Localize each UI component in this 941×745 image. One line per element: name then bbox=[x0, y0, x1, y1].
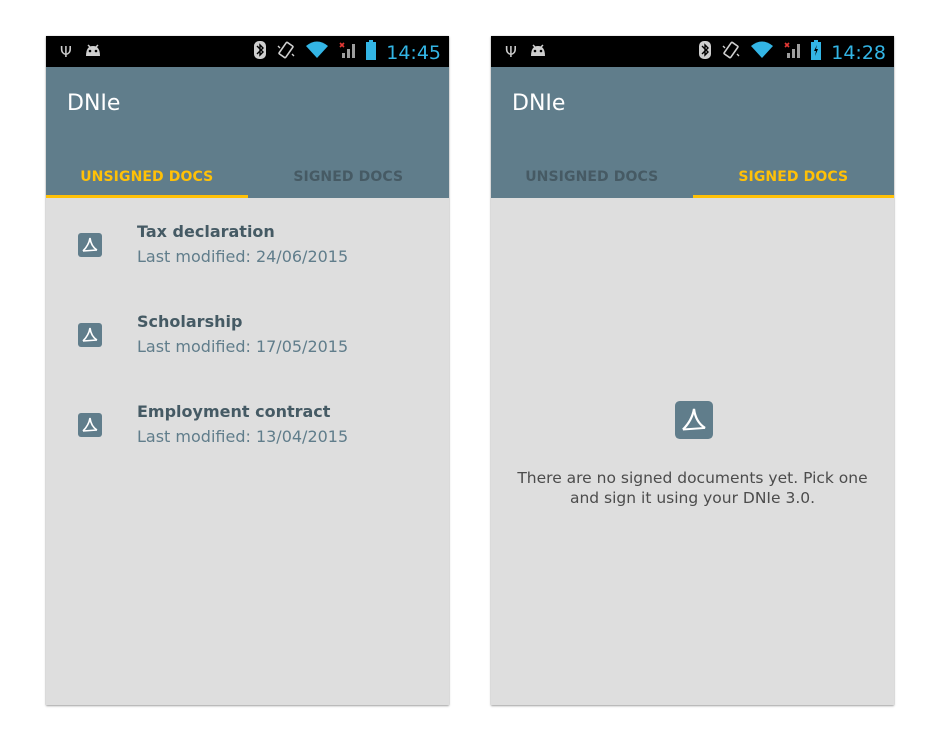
signal-icon bbox=[338, 41, 356, 64]
tab-unsigned-docs[interactable]: UNSIGNED DOCS bbox=[46, 167, 248, 198]
battery-icon bbox=[366, 40, 377, 65]
pdf-icon bbox=[675, 401, 713, 439]
document-modified-date: Last modified: 24/06/2015 bbox=[137, 247, 349, 266]
status-bar: Ψ 14:28 bbox=[491, 36, 894, 67]
document-modified-date: Last modified: 17/05/2015 bbox=[137, 337, 349, 356]
usb-icon: Ψ bbox=[505, 43, 517, 61]
document-title: Scholarship bbox=[137, 312, 243, 331]
document-modified-date: Last modified: 13/04/2015 bbox=[137, 427, 349, 446]
vibrate-icon bbox=[721, 40, 741, 65]
phone-screen-signed: Ψ 14:28 DNIe UNSIGNED DOCS SIGNED DOCS T… bbox=[491, 36, 894, 705]
tab-unsigned-docs[interactable]: UNSIGNED DOCS bbox=[491, 167, 693, 198]
pdf-icon bbox=[78, 323, 102, 347]
empty-state-message: There are no signed documents yet. Pick … bbox=[517, 469, 868, 507]
app-title: DNIe bbox=[512, 91, 566, 116]
vibrate-icon bbox=[276, 40, 296, 65]
document-title: Employment contract bbox=[137, 402, 331, 421]
usb-icon: Ψ bbox=[60, 43, 72, 61]
tab-bar: UNSIGNED DOCS SIGNED DOCS bbox=[46, 167, 449, 198]
list-item[interactable]: Tax declaration Last modified: 24/06/201… bbox=[46, 198, 449, 270]
document-title: Tax declaration bbox=[137, 222, 275, 241]
pdf-icon bbox=[78, 233, 102, 257]
status-bar: Ψ 14:45 bbox=[46, 36, 449, 67]
bluetooth-icon bbox=[254, 41, 267, 64]
status-time: 14:45 bbox=[386, 41, 441, 64]
wifi-icon bbox=[306, 41, 329, 64]
phone-screen-unsigned: Ψ 14:45 DNIe UNSIGNED DOCS SIGNED DOCS T… bbox=[46, 36, 449, 705]
bluetooth-icon bbox=[699, 41, 712, 64]
android-debug-icon bbox=[84, 42, 102, 62]
app-bar: DNIe UNSIGNED DOCS SIGNED DOCS bbox=[491, 67, 894, 198]
list-item[interactable]: Employment contract Last modified: 13/04… bbox=[46, 378, 449, 450]
app-title: DNIe bbox=[67, 91, 121, 116]
tab-signed-docs[interactable]: SIGNED DOCS bbox=[248, 167, 450, 198]
list-item[interactable]: Scholarship Last modified: 17/05/2015 bbox=[46, 288, 449, 360]
tab-bar: UNSIGNED DOCS SIGNED DOCS bbox=[491, 167, 894, 198]
tab-signed-docs[interactable]: SIGNED DOCS bbox=[692, 167, 895, 198]
signal-icon bbox=[783, 41, 801, 64]
battery-charging-icon bbox=[811, 40, 822, 65]
pdf-icon bbox=[78, 413, 102, 437]
app-bar: DNIe UNSIGNED DOCS SIGNED DOCS bbox=[46, 67, 449, 198]
android-debug-icon bbox=[529, 42, 547, 62]
wifi-icon bbox=[751, 41, 774, 64]
status-time: 14:28 bbox=[831, 41, 886, 64]
